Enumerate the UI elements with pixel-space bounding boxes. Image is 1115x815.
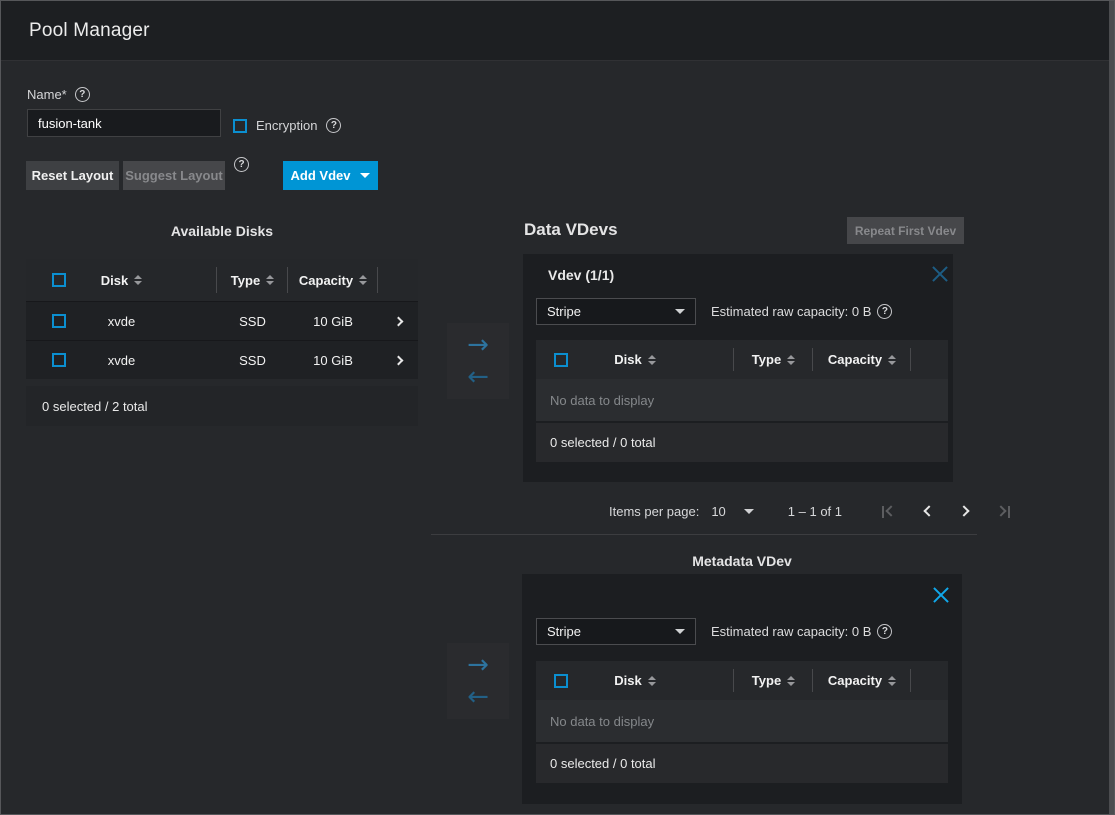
add-vdev-label: Add Vdev	[291, 168, 351, 183]
metadata-vdev-title: Metadata VDev	[522, 553, 962, 569]
name-label: Name*	[27, 87, 67, 102]
row-expand-chevron-icon[interactable]	[393, 316, 403, 326]
move-left-arrow-icon[interactable]: ←	[467, 682, 489, 712]
column-header-disk[interactable]: Disk	[614, 352, 641, 367]
row-expand-chevron-icon[interactable]	[393, 355, 403, 365]
next-page-icon[interactable]	[958, 503, 974, 519]
move-right-arrow-icon[interactable]: →	[467, 650, 489, 680]
vdev-footer: 0 selected / 0 total	[536, 423, 948, 462]
sort-icon[interactable]	[648, 676, 656, 686]
table-row[interactable]: xvde SSD 10 GiB	[26, 340, 418, 379]
table-row[interactable]: xvde SSD 10 GiB	[26, 301, 418, 340]
row-checkbox[interactable]	[52, 353, 66, 367]
available-disks-header-row: Disk Type Capacity	[26, 259, 418, 301]
vdev-layout-select[interactable]: Stripe	[536, 298, 696, 325]
metadata-table: Disk Type Capacity No data to display 0 …	[536, 661, 948, 783]
vdev-capacity-text: Estimated raw capacity: 0 B	[711, 304, 871, 319]
column-header-capacity[interactable]: Capacity	[828, 673, 882, 688]
repeat-first-vdev-button[interactable]: Repeat First Vdev	[847, 217, 964, 244]
sort-icon[interactable]	[888, 676, 896, 686]
cell-type: SSD	[239, 314, 266, 329]
cell-capacity: 10 GiB	[313, 353, 353, 368]
select-all-checkbox[interactable]	[554, 353, 568, 367]
data-vdev-panel: Vdev (1/1) Stripe Estimated raw capacity…	[523, 254, 953, 482]
row-checkbox[interactable]	[52, 314, 66, 328]
sort-icon[interactable]	[787, 676, 795, 686]
select-all-checkbox[interactable]	[52, 273, 66, 287]
available-disks-footer: 0 selected / 2 total	[26, 386, 418, 426]
available-disks-table: Disk Type Capacity xvde SSD 10 GiB	[26, 259, 418, 426]
metadata-layout-select[interactable]: Stripe	[536, 618, 696, 645]
select-caret-icon	[675, 629, 685, 634]
data-vdev-transfer-arrows: → ←	[447, 323, 509, 399]
top-bar: Pool Manager	[1, 1, 1114, 61]
column-header-capacity[interactable]: Capacity	[828, 352, 882, 367]
pagination-range: 1 – 1 of 1	[788, 504, 842, 519]
sort-icon[interactable]	[266, 275, 274, 285]
cell-disk: xvde	[108, 314, 135, 329]
sort-icon[interactable]	[787, 355, 795, 365]
reset-layout-button[interactable]: Reset Layout	[26, 161, 119, 190]
column-header-capacity[interactable]: Capacity	[299, 273, 353, 288]
vdev-empty-text: No data to display	[536, 379, 948, 421]
metadata-header-row: Disk Type Capacity	[536, 661, 948, 700]
pool-manager-screen: Pool Manager Name* ? Encryption ? Reset …	[0, 0, 1115, 815]
vdev-table: Disk Type Capacity No data to display 0 …	[536, 340, 948, 462]
column-header-disk[interactable]: Disk	[614, 673, 641, 688]
sort-icon[interactable]	[359, 275, 367, 285]
column-header-disk[interactable]: Disk	[101, 273, 128, 288]
section-divider	[431, 534, 977, 535]
metadata-capacity-text: Estimated raw capacity: 0 B	[711, 624, 871, 639]
move-left-arrow-icon[interactable]: ←	[467, 362, 489, 392]
suggest-layout-help-icon[interactable]: ?	[234, 157, 249, 172]
items-per-page-caret-icon[interactable]	[744, 509, 754, 514]
previous-page-icon[interactable]	[920, 503, 936, 519]
first-page-icon[interactable]	[880, 503, 896, 519]
cell-disk: xvde	[108, 353, 135, 368]
select-all-checkbox[interactable]	[554, 674, 568, 688]
sort-icon[interactable]	[648, 355, 656, 365]
column-header-type[interactable]: Type	[752, 673, 781, 688]
available-disks-title: Available Disks	[26, 223, 418, 239]
metadata-close-icon[interactable]	[932, 586, 950, 604]
column-header-type[interactable]: Type	[752, 352, 781, 367]
metadata-empty-text: No data to display	[536, 700, 948, 742]
move-right-arrow-icon[interactable]: →	[467, 330, 489, 360]
cell-capacity: 10 GiB	[313, 314, 353, 329]
vdev-close-icon[interactable]	[931, 265, 949, 283]
metadata-vdev-panel: Stripe Estimated raw capacity: 0 B ? Dis…	[522, 574, 962, 804]
metadata-transfer-arrows: → ←	[447, 643, 509, 719]
select-caret-icon	[675, 309, 685, 314]
pool-name-input[interactable]	[27, 109, 221, 137]
encryption-label: Encryption	[256, 118, 317, 133]
items-per-page-label: Items per page:	[609, 504, 699, 519]
vdev-title: Vdev (1/1)	[548, 267, 614, 283]
column-header-type[interactable]: Type	[231, 273, 260, 288]
cell-type: SSD	[239, 353, 266, 368]
name-help-icon[interactable]: ?	[75, 87, 90, 102]
capacity-help-icon[interactable]: ?	[877, 624, 892, 639]
last-page-icon[interactable]	[996, 503, 1012, 519]
data-vdevs-title: Data VDevs	[524, 220, 618, 240]
metadata-layout-value: Stripe	[547, 624, 581, 639]
page-title: Pool Manager	[29, 20, 150, 42]
encryption-checkbox[interactable]	[233, 119, 247, 133]
suggest-layout-button[interactable]: Suggest Layout	[123, 161, 225, 190]
sort-icon[interactable]	[888, 355, 896, 365]
add-vdev-caret-icon	[360, 173, 370, 178]
encryption-help-icon[interactable]: ?	[326, 118, 341, 133]
add-vdev-button[interactable]: Add Vdev	[283, 161, 378, 190]
metadata-footer: 0 selected / 0 total	[536, 744, 948, 783]
vdev-header-row: Disk Type Capacity	[536, 340, 948, 379]
sort-icon[interactable]	[134, 275, 142, 285]
vertical-scrollbar[interactable]	[1109, 1, 1114, 814]
pagination-bar: Items per page: 10 1 – 1 of 1	[609, 503, 1012, 519]
items-per-page-value[interactable]: 10	[711, 504, 725, 519]
capacity-help-icon[interactable]: ?	[877, 304, 892, 319]
vdev-layout-value: Stripe	[547, 304, 581, 319]
